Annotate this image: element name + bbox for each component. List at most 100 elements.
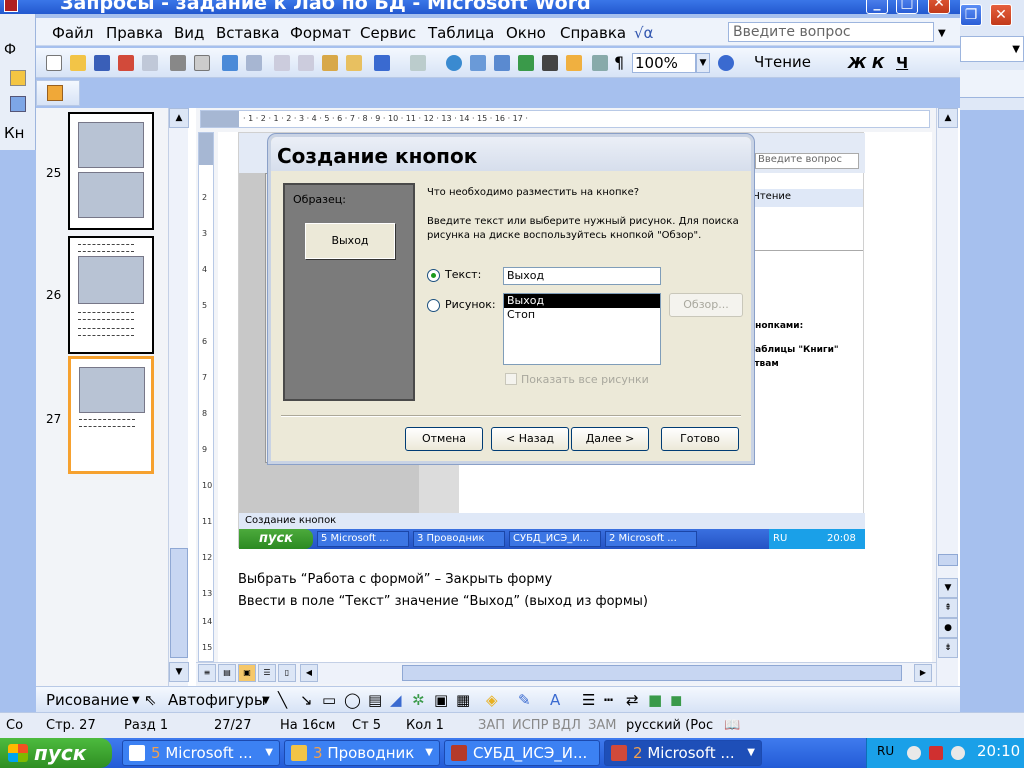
status-ext[interactable]: ВДЛ [552,718,581,733]
chevron-up-icon[interactable]: ▲ [169,108,189,128]
document-horizontal-scrollbar[interactable]: ≡ ▤ ▣ ☰ ▯ ◀ ▶ [196,662,936,684]
zoom-input[interactable]: 100% [632,53,696,73]
permission-icon[interactable] [118,55,134,71]
autoshapes-button[interactable]: Автофигуры [168,691,266,709]
next-page-icon[interactable]: ⇟ [938,638,958,658]
scroll-thumb[interactable] [402,665,902,681]
print-preview-icon[interactable] [194,55,210,71]
reading-mode-button[interactable]: Чтение [754,53,811,71]
wordart-icon[interactable]: ◢ [390,691,402,709]
taskbar-word-1[interactable]: 5 Microsoft ... ▼ [122,740,280,766]
picture-list[interactable]: Выход Стоп [503,293,661,365]
rectangle-icon[interactable]: ▭ [322,691,336,709]
tray-arrow-icon[interactable] [907,746,921,760]
columns-icon[interactable] [542,55,558,71]
arrow-style-icon[interactable]: ⇄ [626,691,639,709]
show-formatting-icon[interactable]: ¶ [614,53,624,72]
cancel-button[interactable]: Отмена [405,427,483,451]
insert-table-icon[interactable] [494,55,510,71]
equation-icon[interactable]: √α [634,24,653,42]
button-text-input[interactable]: Выход [503,267,661,285]
tables-borders-icon[interactable] [470,55,486,71]
browse-object-icon[interactable]: ● [938,618,958,638]
menu-format[interactable]: Формат [290,24,351,42]
chevron-down-icon[interactable]: ▼ [262,695,270,706]
volume-icon[interactable] [951,746,965,760]
paste-icon[interactable] [322,55,338,71]
menu-file[interactable]: Файл [52,24,93,42]
minimize-button[interactable]: _ [866,0,888,14]
3d-icon[interactable]: ◼ [670,691,682,709]
show-all-pictures-checkbox[interactable] [505,373,517,385]
finish-button[interactable]: Готово [661,427,739,451]
chevron-down-icon[interactable]: ▼ [938,28,946,39]
next-button[interactable]: Далее > [571,427,649,451]
list-item[interactable]: Выход [504,294,660,308]
menu-table[interactable]: Таблица [428,24,494,42]
drawing-menu-button[interactable]: Рисование [46,691,129,709]
line-style-icon[interactable]: ☰ [582,691,595,709]
document-vertical-scrollbar[interactable]: ▲ ▼ ⇞ ● ⇟ [936,108,958,686]
help-icon[interactable] [718,55,734,71]
format-painter-icon[interactable] [346,55,362,71]
browse-button[interactable]: Обзор... [669,293,743,317]
email-icon[interactable] [142,55,158,71]
line-icon[interactable]: ╲ [278,691,287,709]
tray-app-icon[interactable] [929,746,943,760]
diagram-icon[interactable]: ✲ [412,691,425,709]
language-indicator[interactable]: RU [877,744,894,758]
menu-edit[interactable]: Правка [106,24,163,42]
pointer-icon[interactable] [10,70,26,86]
thumbnail-page-25[interactable] [68,112,154,230]
line-color-icon[interactable]: ✎ [518,691,531,709]
web-view-icon[interactable]: ▤ [218,664,236,682]
close-button[interactable]: ✕ [928,0,950,14]
form-icon[interactable] [10,96,26,112]
picture-radio[interactable] [427,299,440,312]
shadow-icon[interactable]: ■ [648,691,662,709]
dash-style-icon[interactable]: ┅ [604,691,613,709]
select-objects-icon[interactable]: ⇖ [144,691,157,709]
bg-close-button[interactable]: ✕ [990,4,1012,26]
cut-icon[interactable] [274,55,290,71]
chevron-down-icon[interactable]: ▼ [169,662,189,682]
bg-restore-button[interactable]: ❐ [960,4,982,26]
menu-tools[interactable]: Сервис [360,24,416,42]
taskbar-word-2[interactable]: 2 Microsoft ... ▼ [604,740,762,766]
text-radio[interactable] [427,269,440,282]
normal-view-icon[interactable]: ≡ [198,664,216,682]
taskbar-explorer[interactable]: 3 Проводник ▼ [284,740,440,766]
document-map-icon[interactable] [592,55,608,71]
reading-view-icon[interactable]: ▯ [278,664,296,682]
vertical-ruler[interactable]: 2 3 4 5 6 7 8 9 10 11 12 13 14 15 [198,132,214,662]
font-color-icon[interactable]: A [550,691,560,709]
menu-help[interactable]: Справка [560,24,626,42]
list-item[interactable]: Стоп [504,308,660,322]
thumbnail-page-26[interactable] [68,236,154,354]
chevron-down-icon[interactable]: ▼ [938,578,958,598]
chevron-down-icon[interactable]: ▼ [132,695,140,706]
maximize-button[interactable]: □ [896,0,918,14]
text-box-icon[interactable] [47,85,63,101]
menu-window[interactable]: Окно [506,24,546,42]
taskbar-access[interactable]: СУБД_ИСЭ_И... [444,740,600,766]
underline-button[interactable]: Ч [896,54,908,72]
drawing-icon[interactable] [566,55,582,71]
print-layout-view-icon[interactable]: ▣ [238,664,256,682]
status-ovr[interactable]: ЗАМ [588,718,616,733]
chevron-right-icon[interactable]: ▶ [914,664,932,682]
back-button[interactable]: < Назад [491,427,569,451]
outline-view-icon[interactable]: ☰ [258,664,276,682]
arrow-icon[interactable]: ↘ [300,691,313,709]
italic-button[interactable]: К [872,54,884,72]
scroll-thumb[interactable] [170,548,188,658]
copy-icon[interactable] [298,55,314,71]
redo-icon[interactable] [410,55,426,71]
scroll-thumb[interactable] [938,554,958,566]
save-icon[interactable] [94,55,110,71]
spelling-icon[interactable] [222,55,238,71]
insert-excel-icon[interactable] [518,55,534,71]
status-trk[interactable]: ИСПР [512,718,548,733]
picture-icon[interactable]: ▦ [456,691,470,709]
clipart-icon[interactable]: ▣ [434,691,448,709]
